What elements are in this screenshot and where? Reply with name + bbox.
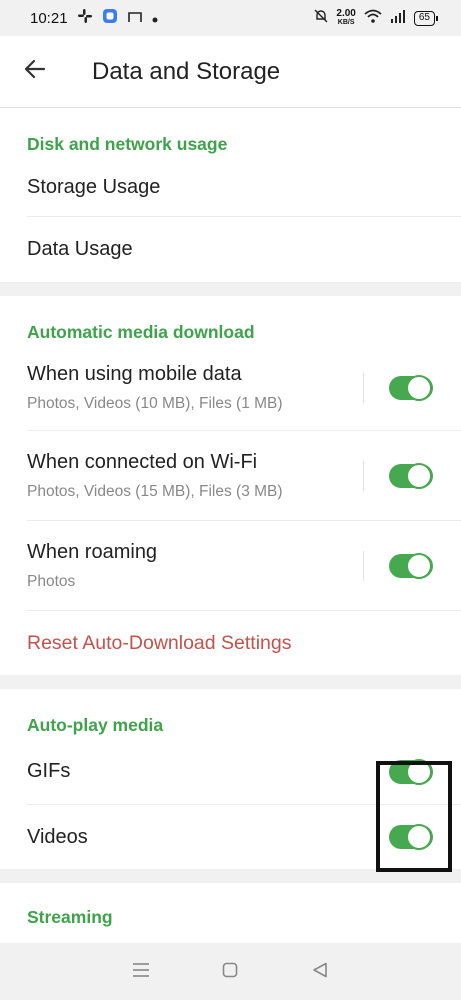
status-bar: 10:21 2.00 KB/S 65 <box>0 0 461 36</box>
network-speed-value: 2.00 <box>336 8 356 19</box>
app-bar: Data and Storage <box>0 36 461 108</box>
wifi-icon <box>364 9 382 27</box>
row-title: When roaming <box>27 540 158 563</box>
vertical-separator <box>363 550 364 581</box>
cast-icon <box>127 10 142 27</box>
menu-icon <box>132 962 150 983</box>
row-title: GIFs <box>27 760 71 782</box>
home-button[interactable] <box>215 957 245 987</box>
reset-auto-download-button[interactable]: Reset Auto-Download Settings <box>0 611 461 675</box>
network-speed-unit: KB/S <box>337 19 355 26</box>
network-speed: 2.00 KB/S <box>336 9 355 27</box>
mobile-data-toggle[interactable] <box>389 375 433 401</box>
battery-indicator: 65 <box>413 10 439 26</box>
row-title: Videos <box>27 825 88 848</box>
slack-icon <box>77 9 92 27</box>
section-header: Automatic media download <box>27 322 255 342</box>
section-disk-network-usage: Disk and network usage Storage Usage Dat… <box>0 108 461 282</box>
highlight-box <box>376 761 452 872</box>
vertical-separator <box>363 373 364 403</box>
page-title: Data and Storage <box>92 57 281 85</box>
section-automatic-media-download: Automatic media download When using mobi… <box>0 296 461 675</box>
section-streaming: Streaming <box>0 883 461 943</box>
dot-icon <box>152 10 158 27</box>
wifi-toggle[interactable] <box>389 462 433 489</box>
row-subtitle: Photos, Videos (10 MB), Files (1 MB) <box>27 395 283 412</box>
section-header: Auto-play media <box>27 715 164 735</box>
wifi-row[interactable]: When connected on Wi-Fi Photos, Videos (… <box>0 431 461 520</box>
section-divider <box>0 675 461 689</box>
row-title: When connected on Wi-Fi <box>27 450 258 473</box>
section-header: Disk and network usage <box>27 134 228 154</box>
arrow-left-icon <box>23 57 47 86</box>
status-time: 10:21 <box>30 9 68 27</box>
row-subtitle: Photos <box>27 572 76 590</box>
mobile-data-row[interactable]: When using mobile data Photos, Videos (1… <box>0 346 461 430</box>
row-title: Storage Usage <box>27 175 161 198</box>
storage-usage-row[interactable]: Storage Usage <box>0 158 461 216</box>
back-button[interactable] <box>0 36 70 108</box>
roaming-row[interactable]: When roaming Photos <box>0 521 461 610</box>
section-header: Streaming <box>27 907 113 927</box>
back-nav-button[interactable] <box>305 957 335 987</box>
data-usage-row[interactable]: Data Usage <box>0 217 461 282</box>
row-subtitle: Photos, Videos (15 MB), Files (3 MB) <box>27 482 283 500</box>
triangle-back-icon <box>312 962 328 983</box>
signal-icon <box>390 9 406 27</box>
home-square-icon <box>222 962 238 983</box>
row-title: Data Usage <box>27 238 133 260</box>
mute-bell-icon <box>314 9 328 27</box>
navigation-bar <box>0 944 461 1000</box>
vertical-separator <box>363 460 364 491</box>
menu-button[interactable] <box>126 957 156 987</box>
section-divider <box>0 282 461 296</box>
roaming-toggle[interactable] <box>389 552 433 579</box>
app-notification-icon <box>102 8 118 28</box>
row-title: When using mobile data <box>27 363 242 385</box>
reset-label: Reset Auto-Download Settings <box>27 631 292 654</box>
